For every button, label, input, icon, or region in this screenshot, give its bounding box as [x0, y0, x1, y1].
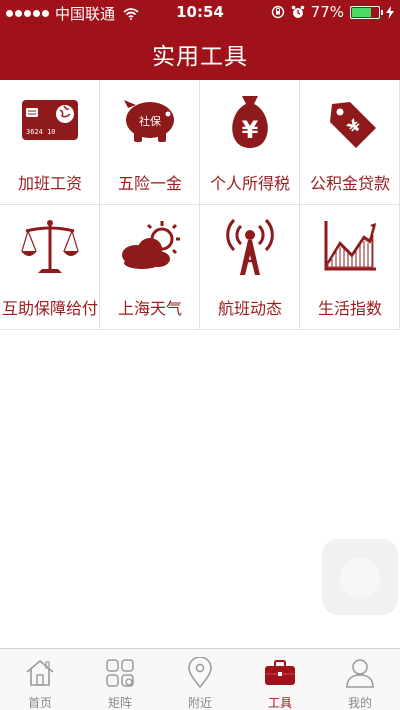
tool-label: 生活指数: [317, 299, 382, 318]
charging-icon: [386, 5, 394, 19]
icon-badge: 社保: [139, 114, 161, 128]
tab-tools[interactable]: 工具: [240, 649, 320, 710]
bank-card-icon: 3624 10: [22, 100, 78, 140]
tool-label: 加班工资: [17, 174, 82, 193]
weather-icon: [122, 221, 180, 269]
tab-label: 附近: [187, 696, 212, 710]
tab-home[interactable]: 首页: [0, 649, 80, 710]
assistive-touch-button[interactable]: [322, 539, 398, 615]
assistive-touch-dot: [340, 557, 380, 597]
home-icon: [26, 659, 54, 686]
tab-label: 首页: [27, 696, 52, 710]
line-chart-icon: [324, 221, 376, 271]
tool-label: 航班动态: [217, 299, 282, 318]
tool-social-insurance[interactable]: 社保 五险一金: [100, 80, 200, 205]
money-bag-icon: ¥: [232, 96, 268, 148]
tool-housing-fund-loan[interactable]: ¥ 公积金贷款: [300, 80, 400, 205]
icon-badge: ¥: [242, 116, 259, 144]
tool-label: 互助保障给付: [1, 299, 98, 318]
tools-grid: 3624 10 加班工资 社保 五险一金 ¥ 个人所得税 ¥ 公积金贷款 互助保…: [0, 80, 400, 330]
tab-mine[interactable]: 我的: [320, 649, 400, 710]
tool-income-tax[interactable]: ¥ 个人所得税: [200, 80, 300, 205]
nav-bar: 实用工具: [0, 26, 400, 80]
rotation-lock-icon: [271, 5, 284, 19]
battery-percent: 77%: [310, 3, 344, 21]
tab-bar: 首页 矩阵 附近 工具 我的: [0, 648, 400, 710]
tab-label: 工具: [267, 696, 292, 710]
tab-nearby[interactable]: 附近: [160, 649, 240, 710]
tool-flight-status[interactable]: 航班动态: [200, 205, 300, 330]
piggy-bank-icon: 社保: [124, 100, 174, 142]
tab-label: 矩阵: [107, 696, 132, 710]
balance-scale-icon: [21, 220, 79, 273]
grid-icon: [106, 659, 134, 687]
price-tag-icon: ¥: [330, 102, 376, 148]
svg-text:3624 10: 3624 10: [26, 128, 56, 136]
tab-label: 我的: [347, 696, 372, 710]
battery-icon: [350, 5, 383, 19]
tab-matrix[interactable]: 矩阵: [80, 649, 160, 710]
toolbox-icon: [265, 660, 295, 685]
tool-overtime-pay[interactable]: 3624 10 加班工资: [0, 80, 100, 205]
status-right: 77%: [271, 3, 394, 21]
tool-living-index[interactable]: 生活指数: [300, 205, 400, 330]
tool-label: 个人所得税: [209, 174, 290, 193]
status-bar: 中国联通 10:54 77%: [0, 0, 400, 26]
tool-label: 上海天气: [117, 299, 182, 318]
tool-label: 公积金贷款: [309, 174, 390, 193]
radio-tower-icon: [226, 218, 274, 275]
page-title: 实用工具: [152, 44, 248, 70]
location-pin-icon: [188, 657, 212, 689]
tool-shanghai-weather[interactable]: 上海天气: [100, 205, 200, 330]
tool-mutual-aid[interactable]: 互助保障给付: [0, 205, 100, 330]
tool-label: 五险一金: [117, 174, 182, 193]
alarm-icon: [291, 5, 304, 18]
user-icon: [346, 659, 374, 688]
